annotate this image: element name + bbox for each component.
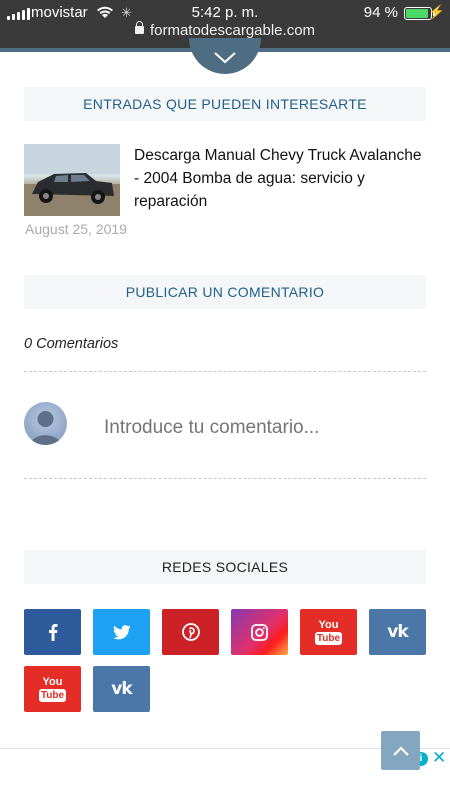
charging-icon: ⚡ (428, 4, 445, 19)
social-heading: REDES SOCIALES (24, 550, 426, 584)
post-title-link[interactable]: Descarga Manual Chevy Truck Avalanche - … (134, 144, 426, 213)
url-bar[interactable]: formatodescargable.com (0, 21, 450, 39)
comments-heading: PUBLICAR UN COMENTARIO (24, 275, 426, 309)
facebook-button[interactable] (24, 609, 81, 655)
twitter-button[interactable] (93, 609, 150, 655)
user-silhouette-icon (30, 411, 61, 445)
youtube-icon: You Tube (314, 618, 343, 645)
vk-icon: vk (111, 679, 132, 699)
youtube-logo-text: You (318, 618, 339, 631)
related-posts-heading: ENTRADAS QUE PUEDEN INTERESARTE (24, 87, 426, 121)
vk-button[interactable]: vk (93, 666, 150, 712)
divider (24, 478, 426, 479)
vk-icon: vk (387, 622, 408, 642)
truck-image (24, 144, 120, 216)
instagram-icon (251, 623, 268, 641)
lock-icon (134, 21, 144, 34)
post-date: August 25, 2019 (25, 221, 127, 237)
youtube-logo-text: Tube (38, 688, 67, 702)
avatar (24, 402, 67, 445)
post-thumbnail[interactable] (24, 144, 120, 216)
comments-count: 0 Comentarios (24, 336, 119, 352)
divider (24, 371, 426, 372)
pinterest-icon (181, 623, 200, 641)
youtube-button[interactable]: You Tube (300, 609, 357, 655)
youtube-logo-text: You (42, 675, 63, 688)
url-text: formatodescargable.com (149, 22, 316, 39)
facebook-icon (48, 624, 57, 641)
menu-toggle-button[interactable] (189, 38, 261, 74)
chevron-down-icon (214, 52, 236, 64)
comment-input[interactable] (104, 414, 424, 442)
twitter-icon (112, 624, 131, 639)
vk-button[interactable]: vk (369, 609, 426, 655)
youtube-logo-text: Tube (314, 631, 343, 645)
pinterest-button[interactable] (162, 609, 219, 655)
ad-close-icon[interactable]: ✕ (432, 748, 446, 768)
youtube-button[interactable]: You Tube (24, 666, 81, 712)
youtube-icon: You Tube (38, 675, 67, 702)
back-to-top-button[interactable] (381, 731, 420, 770)
instagram-button[interactable] (231, 609, 288, 655)
battery-icon (404, 7, 435, 20)
battery-percent: 94 % (363, 4, 398, 21)
chevron-up-icon (392, 745, 409, 756)
